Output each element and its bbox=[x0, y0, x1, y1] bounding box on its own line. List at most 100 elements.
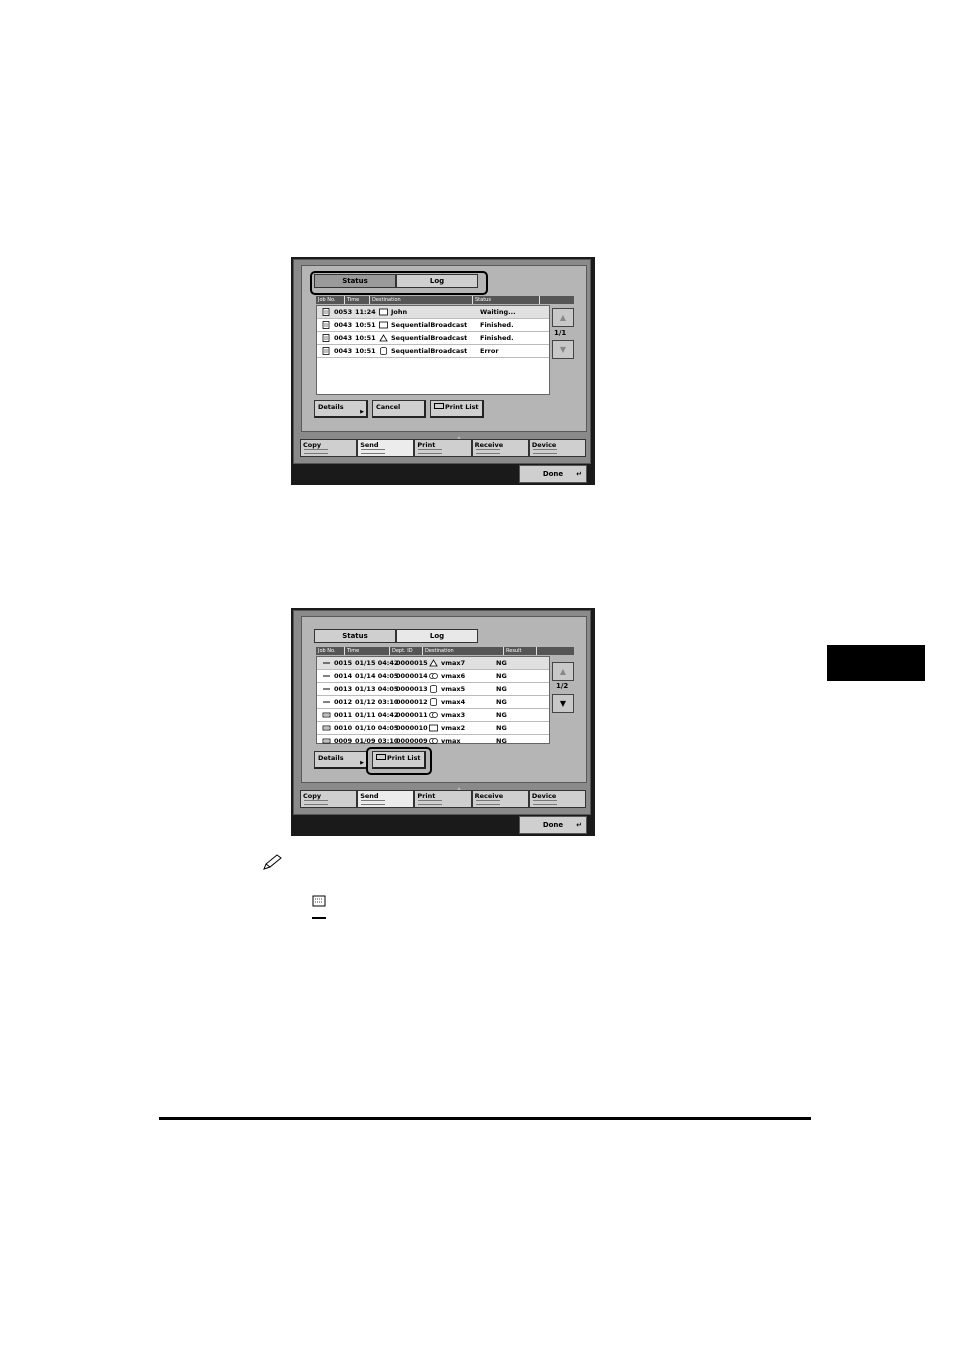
tab-log[interactable]: Log bbox=[396, 629, 478, 643]
tab-status[interactable]: Status bbox=[314, 629, 396, 643]
table-row[interactable]: 0012 01/12 03:10 0000012 vmax4 NG bbox=[317, 696, 549, 709]
job-time: 10:51 bbox=[355, 347, 376, 355]
print-list-label: Print List bbox=[445, 403, 479, 411]
printer-icon bbox=[434, 403, 444, 409]
group-icon bbox=[429, 673, 438, 679]
tab-send[interactable]: Send bbox=[357, 439, 415, 457]
table-row[interactable]: 0011 01/11 04:42 0000011 vmax3 NG bbox=[317, 709, 549, 722]
chapter-tab bbox=[827, 645, 925, 681]
tab-indicator bbox=[532, 449, 557, 454]
tab-status[interactable]: Status bbox=[314, 274, 396, 288]
tab-receive[interactable]: Receive bbox=[471, 439, 529, 457]
done-label: Done bbox=[542, 470, 564, 478]
tab-indicator bbox=[304, 449, 328, 454]
database-icon bbox=[430, 698, 437, 706]
details-button[interactable]: Details ▶ bbox=[314, 751, 368, 769]
function-tabs: Copy Send Print Receive Device bbox=[300, 790, 587, 808]
tab-label: Device bbox=[531, 441, 557, 449]
status-log-tabs: Status Log bbox=[314, 274, 478, 288]
print-list-button[interactable]: Print List bbox=[430, 400, 484, 418]
arrow-down-icon: ▼ bbox=[559, 345, 567, 354]
triangle-right-icon: ▶ bbox=[360, 409, 364, 415]
pc-icon bbox=[429, 724, 438, 732]
scroll-up-button[interactable]: ▲ bbox=[552, 662, 574, 681]
col-job-no: Job No. bbox=[316, 296, 345, 304]
tab-print[interactable]: Print bbox=[414, 790, 472, 808]
printer-icon bbox=[322, 712, 331, 718]
tab-indicator bbox=[475, 449, 500, 454]
pc-icon bbox=[379, 308, 388, 316]
job-no: 0015 bbox=[334, 659, 353, 667]
job-destination: SequentialBroadcast bbox=[391, 321, 468, 329]
printer-icon bbox=[312, 895, 326, 907]
tab-device[interactable]: Device bbox=[528, 439, 587, 457]
table-row[interactable]: 0043 10:51 SequentialBroadcast Finished. bbox=[317, 319, 549, 332]
function-tabs: Copy Send Print Receive Device bbox=[300, 439, 587, 457]
table-row[interactable]: 0010 01/10 04:05 0000010 vmax2 NG bbox=[317, 722, 549, 735]
print-list-button[interactable]: Print List bbox=[372, 751, 426, 769]
col-time: Time bbox=[345, 296, 370, 304]
tab-send[interactable]: Send bbox=[357, 790, 415, 808]
document-icon bbox=[322, 334, 330, 342]
scroll-down-button[interactable]: ▼ bbox=[552, 694, 574, 713]
table-row[interactable]: 0009 01/09 03:10 0000009 vmax NG bbox=[317, 735, 549, 747]
table-row[interactable]: 0053 11:24 John Waiting... bbox=[317, 306, 549, 319]
cancel-button[interactable]: Cancel bbox=[372, 400, 426, 418]
done-button[interactable]: Done ↵ bbox=[519, 465, 587, 483]
panel-body: Status Log Job No. Time Destination Stat… bbox=[293, 259, 591, 464]
col-dept-id: Dept. ID bbox=[390, 647, 423, 655]
tab-copy[interactable]: Copy bbox=[300, 439, 358, 457]
tab-log[interactable]: Log bbox=[396, 274, 478, 288]
tab-indicator bbox=[361, 449, 386, 454]
fax-icon bbox=[379, 334, 388, 342]
enter-icon: ↵ bbox=[576, 821, 582, 829]
tab-indicator bbox=[475, 800, 500, 805]
document-icon bbox=[322, 321, 330, 329]
table-row[interactable]: 0013 01/13 04:05 0000013 vmax5 NG bbox=[317, 683, 549, 696]
page-indicator: 1/2 bbox=[556, 682, 569, 690]
table-row[interactable]: 0015 01/15 04:42 0000015 vmax7 NG bbox=[317, 657, 549, 670]
table-row[interactable]: 0043 10:51 SequentialBroadcast Finished. bbox=[317, 332, 549, 345]
job-status: Waiting... bbox=[480, 308, 516, 316]
scroll-down-button[interactable]: ▼ bbox=[552, 340, 574, 359]
scroll-up-button[interactable]: ▲ bbox=[552, 308, 574, 327]
job-status: Finished. bbox=[480, 321, 514, 329]
job-no: 0009 bbox=[334, 737, 353, 745]
tab-label: Device bbox=[531, 792, 557, 800]
tab-indicator bbox=[361, 800, 386, 805]
tab-label: Copy bbox=[303, 441, 322, 449]
log-area: Status Log Job No. Time Dept. ID Destina… bbox=[301, 616, 587, 795]
job-no: 0053 bbox=[334, 308, 353, 316]
printer-icon bbox=[322, 725, 331, 731]
col-destination: Destination bbox=[423, 647, 504, 655]
tab-device[interactable]: Device bbox=[528, 790, 587, 808]
tab-print[interactable]: Print bbox=[414, 439, 472, 457]
log-result: NG bbox=[496, 685, 507, 693]
log-result: NG bbox=[496, 698, 507, 706]
tab-label: Print bbox=[417, 441, 436, 449]
log-list: 0015 01/15 04:42 0000015 vmax7 NG 0014 0… bbox=[316, 656, 550, 747]
group-icon bbox=[429, 738, 438, 744]
table-row[interactable]: 0043 10:51 SequentialBroadcast Error bbox=[317, 345, 549, 358]
database-icon bbox=[430, 685, 437, 693]
log-screen: Status Log Job No. Time Dept. ID Destina… bbox=[291, 608, 595, 836]
tab-copy[interactable]: Copy bbox=[300, 790, 358, 808]
table-row[interactable]: 0014 01/14 04:05 0000014 vmax6 NG bbox=[317, 670, 549, 683]
dept-id: 0000015 bbox=[396, 659, 428, 667]
dept-id: 0000009 bbox=[396, 737, 428, 745]
job-no: 0043 bbox=[334, 321, 353, 329]
details-button[interactable]: Details ▶ bbox=[314, 400, 368, 418]
job-status: Finished. bbox=[480, 334, 514, 342]
page-indicator: 1/1 bbox=[554, 329, 567, 337]
log-destination: vmax3 bbox=[441, 711, 466, 719]
col-destination: Destination bbox=[370, 296, 473, 304]
dash-icon bbox=[323, 688, 330, 690]
tab-receive[interactable]: Receive bbox=[471, 790, 529, 808]
table-header: Job No. Time Dept. ID Destination Result bbox=[316, 647, 574, 655]
job-no: 0012 bbox=[334, 698, 353, 706]
triangle-right-icon: ▶ bbox=[360, 760, 364, 766]
job-no: 0010 bbox=[334, 724, 353, 732]
done-button[interactable]: Done ↵ bbox=[519, 816, 587, 834]
details-label: Details bbox=[318, 403, 344, 411]
tab-label: Receive bbox=[474, 792, 504, 800]
